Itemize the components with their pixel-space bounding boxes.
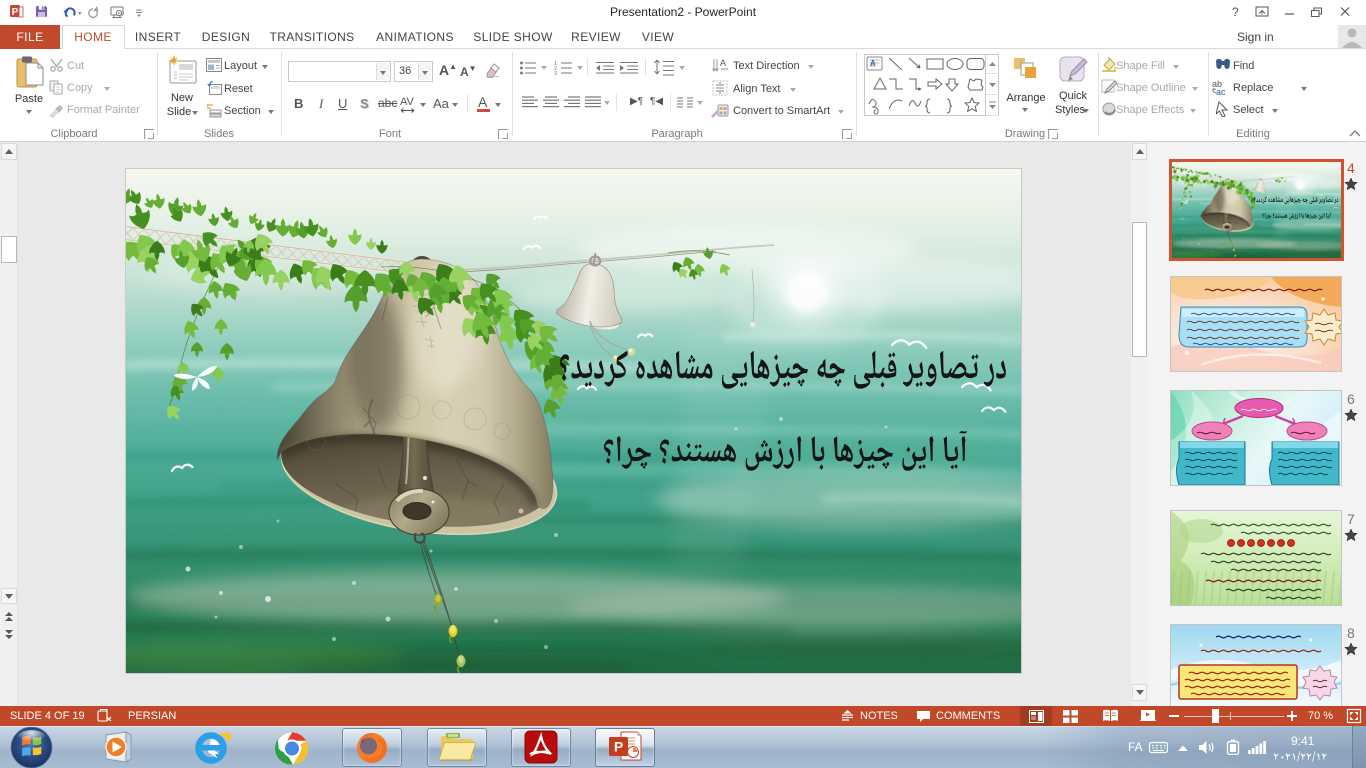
svg-text:ac: ac xyxy=(1216,87,1226,95)
svg-text:P: P xyxy=(614,739,623,755)
svg-text:P: P xyxy=(12,7,19,18)
svg-text:3: 3 xyxy=(554,71,557,76)
svg-text:A: A xyxy=(870,59,876,68)
svg-text:?: ? xyxy=(1232,5,1239,19)
svg-text:A: A xyxy=(720,58,726,68)
